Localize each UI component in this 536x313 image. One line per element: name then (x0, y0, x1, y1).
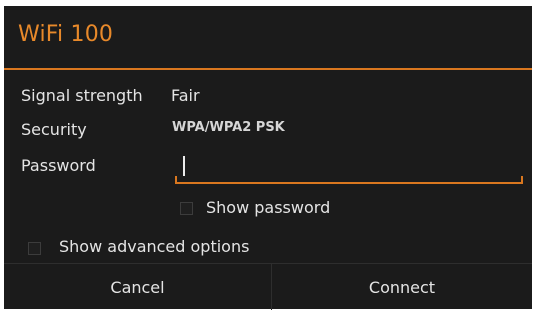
password-input[interactable] (181, 152, 517, 180)
wifi-connect-dialog: WiFi 100 Signal strength Fair Security W… (4, 6, 532, 310)
show-advanced-options-label[interactable]: Show advanced options (59, 237, 249, 256)
dialog-title: WiFi 100 (18, 22, 114, 47)
security-value: WPA/WPA2 PSK (172, 120, 285, 135)
security-label: Security (21, 120, 87, 139)
signal-strength-label: Signal strength (21, 86, 143, 105)
header-divider (4, 68, 532, 70)
signal-strength-value: Fair (171, 86, 200, 105)
password-field[interactable] (175, 152, 523, 184)
show-advanced-options-checkbox[interactable] (28, 242, 41, 255)
show-password-label[interactable]: Show password (206, 198, 330, 217)
text-cursor (183, 156, 185, 176)
password-label: Password (21, 156, 96, 175)
show-password-checkbox[interactable] (180, 202, 193, 215)
cancel-button[interactable]: Cancel (4, 264, 271, 310)
dialog-header: WiFi 100 (4, 6, 532, 68)
connect-button[interactable]: Connect (272, 264, 532, 310)
dialog-button-bar: Cancel Connect (4, 263, 532, 310)
